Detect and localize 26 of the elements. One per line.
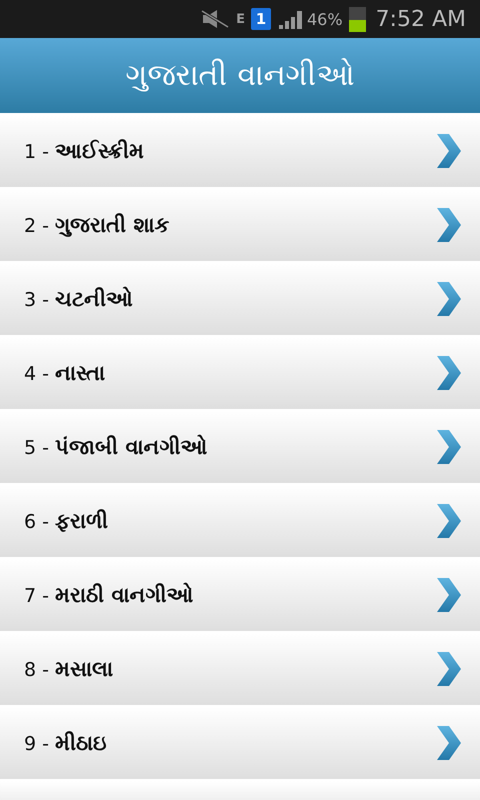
battery-icon — [348, 6, 366, 32]
network-type-text: E — [236, 12, 245, 26]
signal-icon — [277, 9, 305, 29]
chevron-icon — [436, 504, 462, 538]
item-label: 3 - ચટનીઓ — [24, 287, 134, 311]
item-label: 5 - પંજાબી વાનગીઓ — [24, 435, 208, 459]
chevron-icon — [436, 652, 462, 686]
chevron-icon — [436, 578, 462, 612]
item-label: 2 - ગુજરાતી શાક — [24, 213, 170, 237]
chevron-icon — [436, 356, 462, 390]
item-label: 4 - નાસ્તા — [24, 361, 106, 385]
item-label: 8 - મસાલા — [24, 657, 114, 681]
clock: 7:52 AM — [376, 6, 466, 32]
mute-icon — [200, 9, 230, 29]
item-label: 9 - મીઠાઇ — [24, 731, 108, 755]
item-label: 6 - ફરાળી — [24, 509, 110, 533]
chevron-icon — [436, 726, 462, 760]
item-label: 7 - મરાઠી વાનગીઓ — [24, 583, 194, 607]
chevron-icon — [436, 282, 462, 316]
app-title: ગુજરાતી વાનગીઓ — [126, 58, 354, 93]
chevron-icon — [436, 134, 462, 168]
chevron-icon — [436, 430, 462, 464]
battery-percent: 46% — [307, 10, 343, 28]
chevron-icon — [436, 208, 462, 242]
item-label: 1 - આઈસ્ક્રીમ — [24, 139, 146, 163]
sim-badge: 1 — [251, 8, 271, 30]
